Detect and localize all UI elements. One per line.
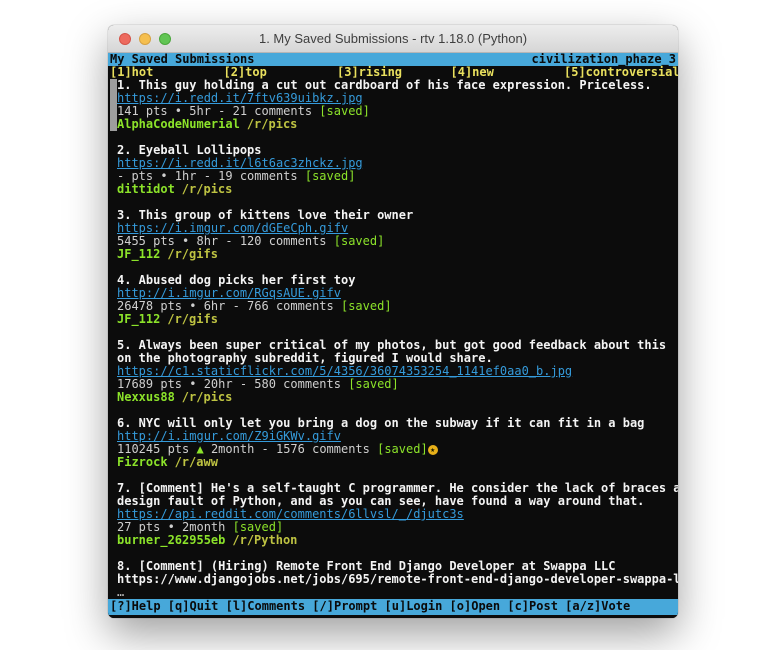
submission-title[interactable]: 7. [Comment] He's a self-taught C progra… [110,482,678,495]
saved-badge: [saved] [233,521,284,534]
meta-text: 5455 pts • 8hr - 120 comments [117,235,334,248]
truncation-ellipsis: … [110,586,678,599]
submission-meta: 5455 pts • 8hr - 120 comments [saved] [110,235,678,248]
submission-byline: AlphaCodeNumerial/r/pics [110,118,678,131]
terminal-screen: My Saved Submissions civilization_phaze_… [108,53,678,618]
upvote-arrow-icon: ▲ [196,443,203,456]
spacer [110,547,678,560]
minimize-button[interactable] [139,33,151,45]
tab-hot[interactable]: [1]hot [110,66,224,79]
traffic-lights [119,33,171,45]
saved-badge: [saved] [305,170,356,183]
submission-byline: Fizrock/r/aww [110,456,678,469]
submission-subreddit[interactable]: /r/pics [247,118,298,131]
submission-subreddit[interactable]: /r/pics [182,391,233,404]
submission-meta: 27 pts • 2month [saved] [110,521,678,534]
submission-meta: - pts • 1hr - 19 comments [saved] [110,170,678,183]
submission-5[interactable]: 5. Always been super critical of my phot… [110,339,678,404]
spacer [110,261,678,274]
saved-badge: [saved] [319,105,370,118]
saved-badge: [saved] [334,235,385,248]
window-titlebar[interactable]: 1. My Saved Submissions - rtv 1.18.0 (Py… [108,25,678,53]
submission-meta: 110245 pts ▲ 2month - 1576 comments [sav… [110,443,678,456]
meta-text: 2month - 1576 comments [204,443,377,456]
submission-url[interactable]: https://c1.staticflickr.com/5/4356/36074… [117,365,572,378]
submission-meta: 17689 pts • 20hr - 580 comments [saved] [110,378,678,391]
submission-title-wrap[interactable]: on the photography subreddit, figured I … [110,352,678,365]
close-button[interactable] [119,33,131,45]
submission-1[interactable]: 1. This guy holding a cut out cardboard … [110,79,678,131]
submission-byline: burner_262955eb/r/Python [110,534,678,547]
selection-cursor [110,79,117,131]
submission-author[interactable]: JF_112 [117,248,160,261]
spacer [110,469,678,482]
submission-title[interactable]: 6. NYC will only let you bring a dog on … [110,417,678,430]
submission-title[interactable]: 2. Eyeball Lollipops [110,144,678,157]
tab-top[interactable]: [2]top [224,66,338,79]
submission-title[interactable]: 3. This group of kittens love their owne… [110,209,678,222]
spacer [110,404,678,417]
submission-title[interactable]: 8. [Comment] (Hiring) Remote Front End D… [110,560,678,573]
submission-byline: JF_112/r/gifs [110,248,678,261]
submission-title[interactable]: 1. This guy holding a cut out cardboard … [110,79,678,92]
submission-byline: dittidot/r/pics [110,183,678,196]
submission-url[interactable]: http://i.imgur.com/Z9iGKWv.gifv [117,430,341,443]
submission-author[interactable]: JF_112 [117,313,160,326]
submission-byline: JF_112/r/gifs [110,313,678,326]
status-bar: [?]Help [q]Quit [l]Comments [/]Prompt [u… [108,599,678,615]
submission-author[interactable]: AlphaCodeNumerial [117,118,240,131]
submission-meta: 26478 pts • 6hr - 766 comments [saved] [110,300,678,313]
window-title: 1. My Saved Submissions - rtv 1.18.0 (Py… [259,31,527,46]
submission-title[interactable]: 4. Abused dog picks her first toy [110,274,678,287]
spacer [110,326,678,339]
submission-meta: 141 pts • 5hr - 21 comments [saved] [110,105,678,118]
submission-6[interactable]: 6. NYC will only let you bring a dog on … [110,417,678,469]
spacer [110,196,678,209]
submission-byline: Nexxus88/r/pics [110,391,678,404]
meta-text: 141 pts • 5hr - 21 comments [117,105,319,118]
meta-text: 110245 pts [117,443,196,456]
saved-badge: [saved] [348,378,399,391]
tab-new[interactable]: [4]new [451,66,565,79]
gilded-star-icon: ★ [428,445,438,455]
meta-text: 27 pts • 2month [117,521,233,534]
sort-tabs: [1]hot [2]top [3]rising [4]new [5]contro… [108,66,678,79]
zoom-button[interactable] [159,33,171,45]
submission-author[interactable]: Nexxus88 [117,391,175,404]
submission-2[interactable]: 2. Eyeball Lollipops https://i.redd.it/l… [110,144,678,196]
submission-subreddit[interactable]: /r/Python [232,534,297,547]
saved-badge: [saved] [341,300,392,313]
submission-title-wrap[interactable]: https://www.djangojobs.net/jobs/695/remo… [110,573,678,586]
meta-text: 17689 pts • 20hr - 580 comments [117,378,348,391]
meta-text: 26478 pts • 6hr - 766 comments [117,300,341,313]
submission-list: 1. This guy holding a cut out cardboard … [108,79,678,599]
submission-7[interactable]: 7. [Comment] He's a self-taught C progra… [110,482,678,547]
submission-url[interactable]: https://api.reddit.com/comments/6llvsl/_… [117,508,464,521]
submission-author[interactable]: burner_262955eb [117,534,225,547]
meta-text: - pts • 1hr - 19 comments [117,170,305,183]
submission-3[interactable]: 3. This group of kittens love their owne… [110,209,678,261]
submission-url[interactable]: https://i.redd.it/7ftv639uibkz.jpg [117,92,363,105]
submission-subreddit[interactable]: /r/aww [175,456,218,469]
submission-author[interactable]: dittidot [117,183,175,196]
submission-title[interactable]: 5. Always been super critical of my phot… [110,339,678,352]
terminal-window: 1. My Saved Submissions - rtv 1.18.0 (Py… [108,25,678,618]
tab-rising[interactable]: [3]rising [337,66,451,79]
submission-subreddit[interactable]: /r/gifs [167,248,218,261]
tab-controversial[interactable]: [5]controversial [564,66,678,79]
spacer [110,131,678,144]
submission-subreddit[interactable]: /r/gifs [167,313,218,326]
submission-url[interactable]: https://i.imgur.com/dGEeCph.gifv [117,222,348,235]
submission-url[interactable]: http://i.imgur.com/RGqsAUE.gifv [117,287,341,300]
submission-author[interactable]: Fizrock [117,456,168,469]
submission-title-wrap[interactable]: design fault of Python, and as you can s… [110,495,678,508]
submission-url[interactable]: https://i.redd.it/l6t6ac3zhckz.jpg [117,157,363,170]
submission-8[interactable]: 8. [Comment] (Hiring) Remote Front End D… [110,560,678,599]
saved-badge: [saved] [377,443,428,456]
submission-subreddit[interactable]: /r/pics [182,183,233,196]
submission-4[interactable]: 4. Abused dog picks her first toy http:/… [110,274,678,326]
